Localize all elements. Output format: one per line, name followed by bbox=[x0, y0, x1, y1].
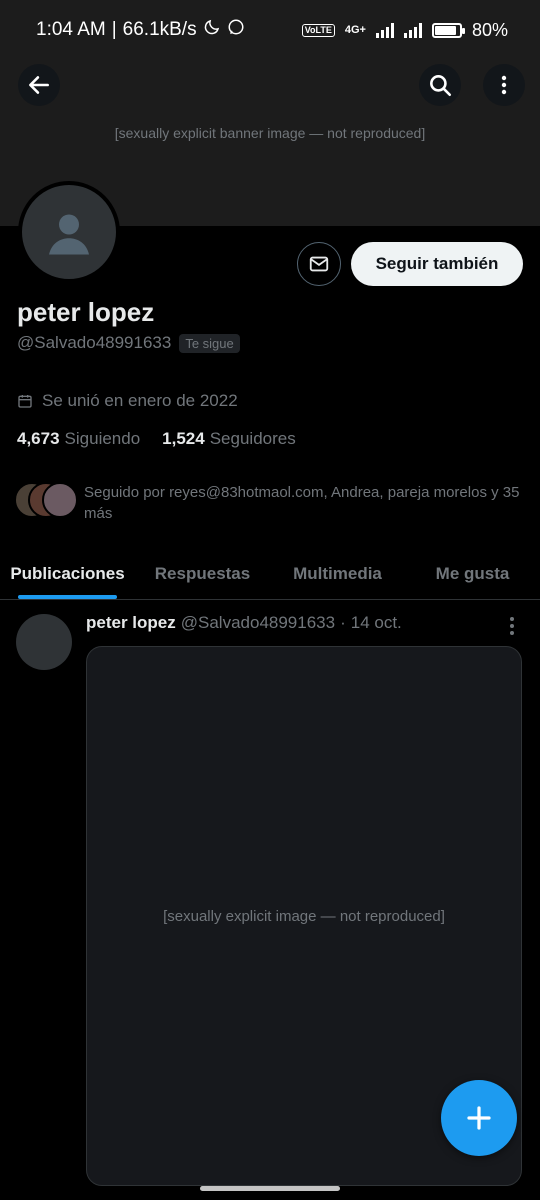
mutual-avatars bbox=[14, 482, 78, 518]
follow-counts: 4,673 Siguiendo 1,524 Seguidores bbox=[17, 429, 296, 449]
profile-tabs: Publicaciones Respuestas Multimedia Me g… bbox=[0, 548, 540, 600]
post-date: 14 oct. bbox=[350, 613, 402, 632]
tab-likes[interactable]: Me gusta bbox=[405, 548, 540, 599]
profile-avatar[interactable] bbox=[18, 181, 120, 283]
tab-media[interactable]: Multimedia bbox=[270, 548, 405, 599]
battery-icon bbox=[431, 22, 465, 38]
whatsapp-icon bbox=[227, 18, 245, 42]
post-author-avatar[interactable] bbox=[16, 614, 72, 670]
mutual-avatar bbox=[42, 482, 78, 518]
mail-icon bbox=[309, 256, 329, 272]
profile-handle: @Salvado48991633 bbox=[17, 333, 172, 352]
more-vertical-icon bbox=[510, 617, 514, 635]
joined-date-row: Se unió en enero de 2022 bbox=[17, 391, 238, 411]
network-type: 4G+ bbox=[344, 24, 366, 36]
battery-percent: 80% bbox=[471, 19, 508, 40]
status-time: 1:04 AM bbox=[36, 19, 106, 40]
user-silhouette-icon bbox=[49, 214, 89, 255]
follows-you-badge: Te sigue bbox=[179, 333, 240, 353]
battery-fill bbox=[434, 25, 456, 35]
post-more-button[interactable] bbox=[502, 615, 522, 637]
search-icon bbox=[430, 75, 452, 97]
tab-replies[interactable]: Respuestas bbox=[135, 548, 270, 599]
followed-by-row[interactable]: Seguido por reyes@83hotmaol.com, Andrea,… bbox=[14, 482, 526, 524]
followers-label: Seguidores bbox=[209, 429, 296, 448]
following-link[interactable]: 4,673 Siguiendo bbox=[17, 429, 140, 449]
back-button[interactable] bbox=[18, 64, 60, 106]
followers-count: 1,524 bbox=[162, 429, 205, 448]
post-separator: · bbox=[340, 613, 346, 632]
follow-back-button[interactable]: Seguir también bbox=[351, 242, 523, 286]
more-vertical-icon bbox=[501, 75, 507, 95]
tab-posts[interactable]: Publicaciones bbox=[0, 548, 135, 599]
profile-name: peter lopez bbox=[17, 297, 155, 327]
plus-icon bbox=[467, 1106, 491, 1130]
followers-link[interactable]: 1,524 Seguidores bbox=[162, 429, 296, 449]
more-options-button[interactable] bbox=[483, 64, 525, 106]
moon-icon bbox=[203, 18, 221, 42]
search-button[interactable] bbox=[419, 64, 461, 106]
media-placeholder-note: [sexually explicit image — not reproduce… bbox=[163, 907, 445, 925]
home-indicator[interactable] bbox=[200, 1186, 340, 1191]
calendar-icon bbox=[18, 395, 32, 408]
status-right: VoLTE 4G+ 80% bbox=[301, 19, 508, 41]
arrow-left-icon bbox=[29, 76, 49, 94]
post-header: peter lopez @Salvado48991633 · 14 oct. bbox=[86, 613, 500, 633]
status-bar: 1:04 AM | 66.1kB/s VoLTE 4G+ 80% bbox=[0, 0, 540, 60]
message-button[interactable] bbox=[297, 242, 341, 286]
followed-by-text: Seguido por reyes@83hotmaol.com, Andrea,… bbox=[84, 484, 520, 522]
status-net-speed: 66.1kB/s bbox=[122, 19, 197, 40]
banner-placeholder-note: [sexually explicit banner image — not re… bbox=[114, 125, 426, 141]
signal-icon bbox=[375, 22, 394, 38]
following-label: Siguiendo bbox=[64, 429, 141, 448]
handle-row: @Salvado48991633 Te sigue bbox=[17, 333, 240, 353]
compose-button[interactable] bbox=[441, 1080, 517, 1156]
status-left: 1:04 AM | 66.1kB/s bbox=[36, 18, 245, 42]
post-author-handle: @Salvado48991633 bbox=[180, 613, 336, 632]
signal-icon-2 bbox=[403, 22, 422, 38]
joined-date: Se unió en enero de 2022 bbox=[42, 391, 238, 410]
following-count: 4,673 bbox=[17, 429, 60, 448]
status-separator: | bbox=[111, 19, 117, 40]
lte-badge: VoLTE bbox=[301, 23, 335, 37]
post-author-name[interactable]: peter lopez bbox=[86, 613, 176, 633]
